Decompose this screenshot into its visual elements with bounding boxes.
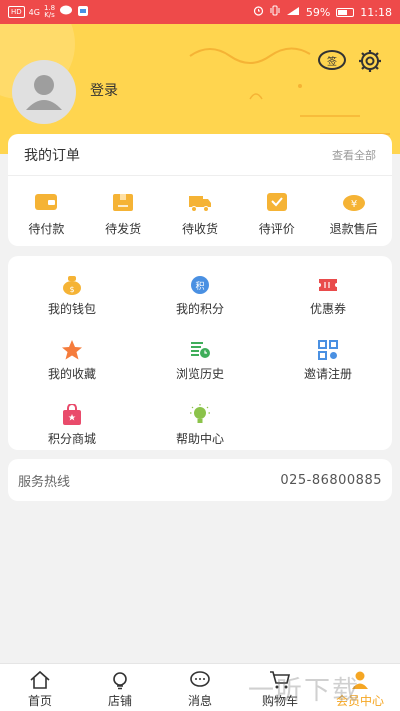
- gear-icon: [359, 50, 381, 72]
- nav-home[interactable]: 首页: [0, 664, 80, 711]
- app-notification-icon: [77, 5, 89, 20]
- login-link[interactable]: 登录: [90, 80, 118, 100]
- package-icon: [113, 194, 134, 211]
- my-points-item[interactable]: 积 我的积分: [136, 274, 264, 317]
- orders-title: 我的订单: [24, 147, 80, 164]
- view-all-orders-link[interactable]: 查看全部: [332, 147, 376, 163]
- money-bag-icon: $: [63, 276, 81, 295]
- vibrate-icon: [270, 5, 280, 19]
- svg-text:积: 积: [195, 280, 204, 292]
- points-icon: 积: [191, 276, 209, 294]
- coupon-icon: [319, 279, 337, 291]
- nav-cart[interactable]: 购物车: [240, 664, 320, 711]
- orders-status-row: 待付款 待发货 待收货 待评价 ¥ 退款售后: [8, 176, 392, 237]
- alarm-icon: [253, 5, 264, 19]
- hotline-number[interactable]: 025-86800885: [280, 473, 382, 488]
- browse-history-item[interactable]: 浏览历史: [136, 339, 264, 382]
- battery-icon: [336, 7, 355, 17]
- my-favorites-item[interactable]: 我的收藏: [8, 339, 136, 382]
- lightbulb-icon: [190, 404, 210, 423]
- svg-text:¥: ¥: [350, 199, 356, 210]
- services-grid: $ 我的钱包 积 我的积分 优惠券 我的收藏 浏览历史 邀请注册 积分商城 帮助…: [8, 256, 392, 447]
- history-icon: [191, 342, 210, 358]
- chat-notification-icon: [59, 5, 73, 19]
- service-hotline-row[interactable]: 服务热线 025-86800885: [8, 459, 392, 501]
- order-pending-payment[interactable]: 待付款: [9, 190, 83, 237]
- shop-bag-icon: [63, 404, 81, 425]
- qr-icon: [318, 340, 338, 360]
- wallet-icon: [35, 194, 58, 210]
- settings-button[interactable]: [357, 48, 383, 74]
- battery-percent: 59%: [305, 5, 331, 19]
- network-speed: 1.8 K/s: [43, 4, 56, 19]
- order-refund-aftersale[interactable]: ¥ 退款售后: [317, 190, 391, 237]
- message-icon: [190, 671, 210, 687]
- review-icon: [266, 193, 287, 211]
- my-orders-card: 我的订单 查看全部 待付款 待发货 待收货 待评价 ¥ 退款售后: [8, 134, 392, 246]
- bottom-navigation: 首页 店铺 消息 购物车 会员中心: [0, 663, 400, 711]
- user-silhouette-icon: [26, 75, 62, 110]
- network-indicator: 4G: [28, 7, 40, 17]
- coupons-item[interactable]: 优惠券: [264, 274, 392, 317]
- nav-store[interactable]: 店铺: [80, 664, 160, 711]
- my-wallet-item[interactable]: $ 我的钱包: [8, 274, 136, 317]
- refund-icon: ¥: [342, 195, 365, 211]
- truck-icon: [188, 196, 211, 212]
- cart-icon: [270, 671, 291, 689]
- hotline-label: 服务热线: [18, 474, 71, 490]
- nav-messages[interactable]: 消息: [160, 664, 240, 711]
- invite-register-item[interactable]: 邀请注册: [264, 339, 392, 382]
- member-icon: [352, 671, 368, 689]
- store-icon: [113, 672, 127, 690]
- signal-icon: [286, 6, 300, 19]
- points-mall-item[interactable]: 积分商城: [8, 404, 136, 447]
- order-pending-shipment[interactable]: 待发货: [86, 190, 160, 237]
- carrier-chip: HD: [8, 6, 25, 18]
- order-pending-receipt[interactable]: 待收货: [163, 190, 237, 237]
- status-bar: HD 4G 1.8 K/s 59% 11:18: [0, 0, 400, 24]
- sign-in-button[interactable]: 签: [318, 50, 346, 70]
- svg-text:$: $: [69, 285, 74, 294]
- avatar[interactable]: [12, 60, 76, 124]
- help-center-item[interactable]: 帮助中心: [136, 404, 264, 447]
- nav-member-center[interactable]: 会员中心: [320, 664, 400, 711]
- home-icon: [30, 670, 50, 689]
- clock: 11:18: [360, 5, 392, 19]
- orders-header: 我的订单 查看全部: [8, 134, 392, 176]
- order-pending-review[interactable]: 待评价: [240, 190, 314, 237]
- star-icon: [62, 340, 82, 360]
- services-card: $ 我的钱包 积 我的积分 优惠券 我的收藏 浏览历史 邀请注册 积分商城 帮助…: [8, 256, 392, 450]
